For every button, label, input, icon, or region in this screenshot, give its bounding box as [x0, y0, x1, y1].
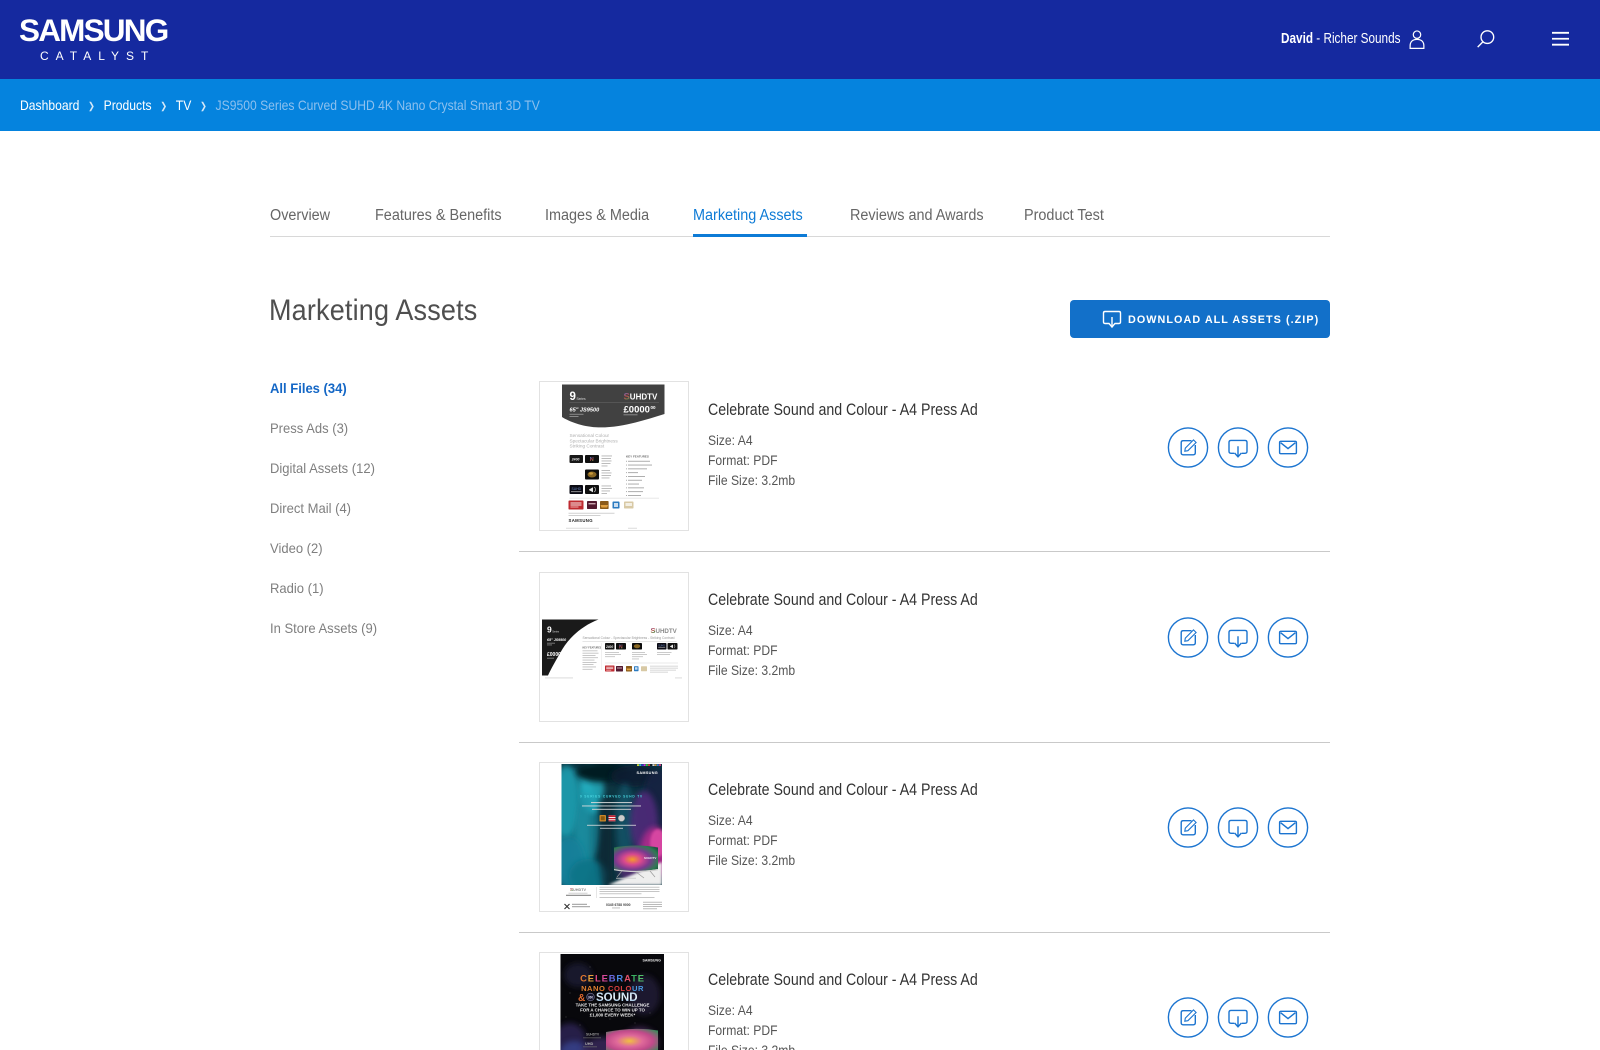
svg-text:UHDTV: UHDTV	[573, 888, 587, 892]
svg-text:65" JS9500: 65" JS9500	[570, 408, 601, 414]
svg-text:CELEBRATE: CELEBRATE	[580, 973, 645, 984]
svg-text:9 SERIES CURVED SUHD TV: 9 SERIES CURVED SUHD TV	[580, 795, 643, 799]
svg-text:SAMSUNG: SAMSUNG	[569, 518, 594, 523]
svg-text:2400: 2400	[571, 457, 580, 461]
svg-text:£1,000 EVERY WEEK*: £1,000 EVERY WEEK*	[590, 1013, 636, 1018]
svg-text:00: 00	[561, 651, 564, 655]
svg-text:KEY FEATURES: KEY FEATURES	[626, 455, 649, 459]
svg-text:65" JS9500: 65" JS9500	[547, 638, 566, 642]
svg-text:360: 360	[588, 995, 594, 999]
svg-text:N: N	[619, 644, 623, 650]
svg-text:SUHDTV: SUHDTV	[586, 1033, 600, 1037]
svg-text:UHDTV: UHDTV	[656, 628, 678, 635]
svg-text:SUHDTV: SUHDTV	[644, 856, 656, 860]
svg-text:SAMSUNG: SAMSUNG	[636, 771, 658, 775]
svg-text:9: 9	[570, 391, 576, 403]
svg-text:2400: 2400	[605, 645, 613, 649]
svg-text:0345 6788 9000: 0345 6788 9000	[606, 903, 631, 907]
svg-text:KEY FEATURES: KEY FEATURES	[583, 647, 602, 650]
svg-text:Series: Series	[577, 397, 586, 401]
svg-text:SUHD: SUHD	[572, 487, 582, 491]
svg-text:£0000: £0000	[547, 652, 561, 658]
svg-text:SAMSUNG: SAMSUNG	[643, 959, 662, 963]
svg-text:SUHD: SUHD	[658, 645, 665, 648]
svg-text:Sensational Colour: Sensational Colour	[570, 433, 610, 438]
svg-text:Striking Contrast: Striking Contrast	[570, 444, 605, 449]
svg-text:N: N	[590, 457, 594, 463]
svg-text:Spectacular Brightness: Spectacular Brightness	[570, 438, 619, 443]
svg-text:00: 00	[651, 405, 657, 410]
svg-text:£0000: £0000	[624, 405, 650, 416]
svg-text:Series: Series	[552, 630, 560, 633]
svg-text:Sensational Colour - Spectacul: Sensational Colour - Spectacular Brightn…	[583, 636, 675, 640]
svg-text:UHD: UHD	[585, 1042, 593, 1046]
svg-text:UHDTV: UHDTV	[630, 393, 658, 402]
